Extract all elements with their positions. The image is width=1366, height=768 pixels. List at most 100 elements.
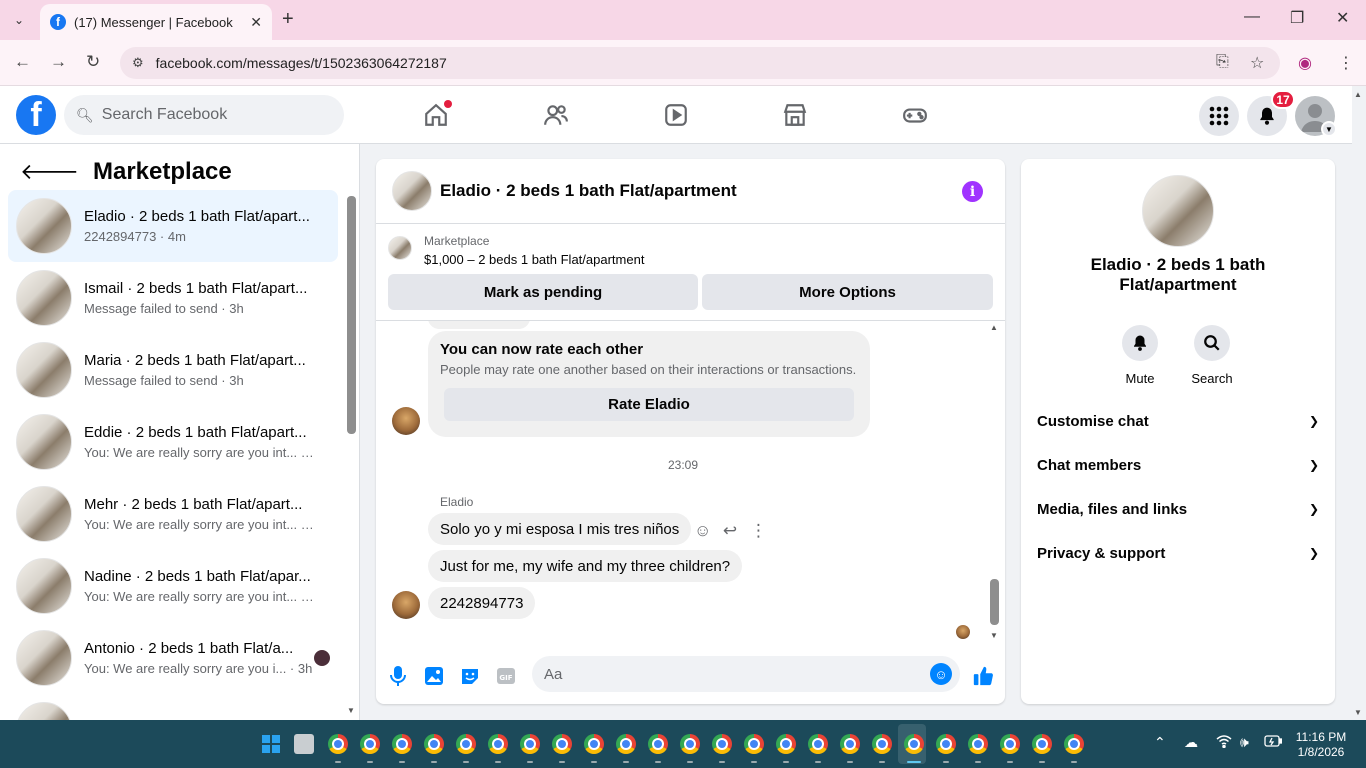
bell-icon[interactable] [1122,325,1158,361]
mark-as-pending-button[interactable]: Mark as pending [388,274,698,310]
wifi-icon[interactable] [1216,734,1232,751]
scroll-down-arrow[interactable]: ▼ [347,706,355,715]
facebook-logo-icon[interactable]: f [16,95,56,135]
conversation-item[interactable]: Eddie · 2 beds 1 bath Flat/apart... You: … [8,406,338,478]
chat-scroll-down-arrow[interactable]: ▼ [990,631,998,640]
profile-icon[interactable]: ◉ [1298,53,1312,73]
chrome-app-icon[interactable] [808,734,828,754]
gaming-icon[interactable] [901,101,929,129]
conversation-item[interactable]: Ismail · 2 beds 1 bath Flat/apart... Mess… [8,262,338,334]
message-input[interactable] [544,665,914,683]
info-icon[interactable]: i [962,181,983,202]
chrome-app-icon[interactable] [1032,734,1052,754]
chrome-app-icon[interactable] [488,734,508,754]
onedrive-icon[interactable]: ☁ [1184,734,1198,751]
chrome-app-icon[interactable] [744,734,764,754]
message-input-box[interactable]: ☺ [532,656,960,692]
more-actions-icon[interactable]: ⋮ [750,521,767,541]
marketplace-icon[interactable] [781,101,809,129]
maximize-button[interactable]: ❐ [1290,8,1304,28]
menu-grid-icon[interactable] [1199,96,1239,136]
browser-menu-icon[interactable]: ⋮ [1338,53,1354,73]
site-info-icon[interactable]: ⚙ [132,55,144,71]
tab-search-button[interactable]: ⌄ [6,7,32,33]
video-icon[interactable] [662,101,690,129]
chat-scroll-up-arrow[interactable]: ▲ [990,323,998,332]
page-scroll-up-arrow[interactable]: ▲ [1354,90,1362,99]
search-action[interactable]: Search [1182,325,1242,386]
install-app-icon[interactable]: ⎘ [1216,53,1229,71]
listing-price[interactable]: $1,000 – 2 beds 1 bath Flat/apartment [424,252,644,267]
chrome-app-icon[interactable] [840,734,860,754]
file-explorer-icon[interactable] [294,734,314,754]
sender-avatar[interactable] [392,407,420,435]
listing-thumbnail[interactable] [392,171,432,211]
sidebar-scrollbar[interactable] [347,196,356,434]
tray-overflow-icon[interactable]: ⌃ [1154,734,1166,751]
mute-action[interactable]: Mute [1110,325,1170,386]
browser-tab[interactable]: f (17) Messenger | Facebook ✕ [40,4,272,40]
reply-icon[interactable]: ↩ [722,521,738,541]
conversation-item[interactable]: Mehr · 2 beds 1 bath Flat/apart... You: W… [8,478,338,550]
listing-image[interactable] [1142,175,1214,247]
windows-start-icon[interactable] [262,735,280,753]
chrome-app-icon[interactable] [328,734,348,754]
chrome-app-icon[interactable] [648,734,668,754]
chrome-app-icon[interactable] [1000,734,1020,754]
rate-button[interactable]: Rate Eladio [444,388,854,421]
conversation-item[interactable]: Luis Alejandro · 2 beds 1 bath Fl... [8,694,338,720]
emoji-icon[interactable]: ☺ [930,663,952,685]
message-bubble[interactable]: Just for me, my wife and my three childr… [428,550,743,582]
react-smiley-icon[interactable]: ☺ [694,521,711,541]
chrome-app-icon[interactable] [1064,734,1084,754]
media-files-links-section[interactable]: Media, files and links ❯ [1037,489,1319,529]
thumbs-up-icon[interactable] [972,665,994,687]
chrome-app-icon[interactable] [904,734,924,754]
conversation-item[interactable]: Antonio · 2 beds 1 bath Flat/a... You: We… [8,622,338,694]
chrome-app-icon[interactable] [776,734,796,754]
chrome-app-icon[interactable] [552,734,572,754]
microphone-icon[interactable] [387,665,409,687]
new-tab-button[interactable]: + [282,8,294,31]
friends-icon[interactable] [542,101,570,129]
privacy-support-section[interactable]: Privacy & support ❯ [1037,533,1319,573]
back-arrow-icon[interactable]: 🡐 [20,159,79,185]
customise-chat-section[interactable]: Customise chat ❯ [1037,401,1319,441]
chrome-app-icon[interactable] [680,734,700,754]
minimize-button[interactable]: — [1244,8,1260,26]
back-button[interactable]: ← [14,52,31,72]
chat-title[interactable]: Eladio · 2 beds 1 bath Flat/apartment [440,181,737,201]
sticker-icon[interactable] [459,665,481,687]
photo-icon[interactable] [423,665,445,687]
forward-button[interactable]: → [50,52,67,72]
chrome-app-icon[interactable] [584,734,604,754]
volume-icon[interactable]: 🕪 [1240,734,1249,751]
chrome-app-icon[interactable] [712,734,732,754]
search-icon[interactable] [1194,325,1230,361]
page-scroll-down-arrow[interactable]: ▼ [1354,708,1362,717]
message-bubble[interactable]: 2242894773 [428,587,536,619]
chrome-app-icon[interactable] [424,734,444,754]
bookmark-star-icon[interactable]: ☆ [1250,53,1264,73]
gif-icon[interactable]: GIF [495,665,517,687]
address-bar[interactable]: ⚙ facebook.com/messages/t/15023630642721… [120,47,1280,79]
battery-icon[interactable] [1264,734,1283,750]
chat-members-section[interactable]: Chat members ❯ [1037,445,1319,485]
message-bubble[interactable]: Solo yo y mi esposa I mis tres niños [428,513,692,545]
chrome-app-icon[interactable] [520,734,540,754]
chrome-app-icon[interactable] [456,734,476,754]
conversation-item[interactable]: Nadine · 2 beds 1 bath Flat/apar... You: … [8,550,338,622]
chrome-app-icon[interactable] [360,734,380,754]
system-clock[interactable]: 11:16 PM 1/8/2026 [1288,730,1354,760]
chevron-down-icon[interactable]: ▼ [1321,121,1337,137]
search-input[interactable] [101,106,322,124]
chrome-app-icon[interactable] [936,734,956,754]
chrome-app-icon[interactable] [392,734,412,754]
chrome-app-icon[interactable] [968,734,988,754]
search-box[interactable]: 🔍︎ [64,95,344,135]
tab-close-icon[interactable]: ✕ [250,14,262,31]
chrome-app-icon[interactable] [872,734,892,754]
chrome-app-icon[interactable] [616,734,636,754]
conversation-item[interactable]: Eladio · 2 beds 1 bath Flat/apart... 2242… [8,190,338,262]
reload-button[interactable]: ↻ [86,52,100,72]
